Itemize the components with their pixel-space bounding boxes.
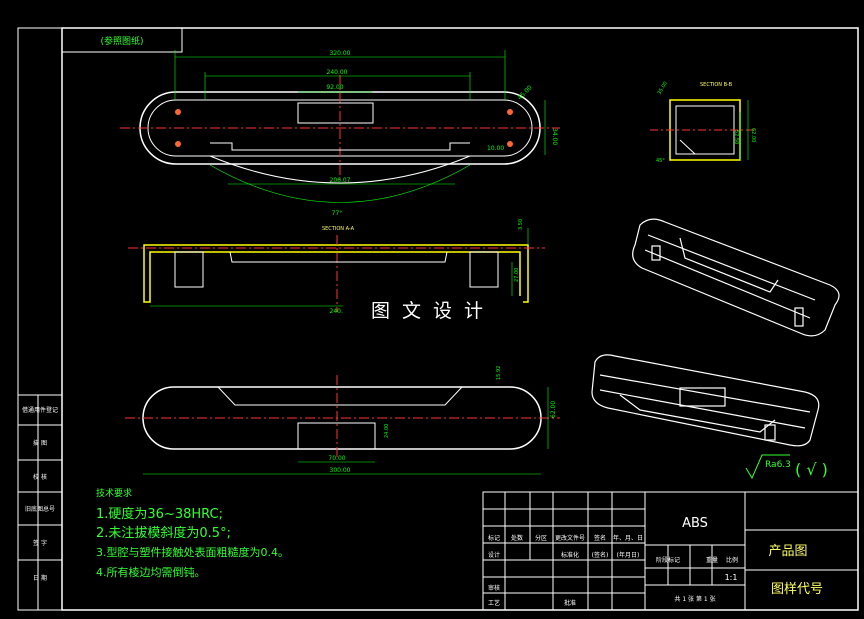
tb-stage-0: 阶段标记 <box>656 556 680 564</box>
tech-line-3: 3.型腔与塑件接触处表面粗糙度为0.4。 <box>96 545 289 559</box>
tb-row-2: 分区 <box>535 534 547 542</box>
dim-bb-h1: 52.50 <box>733 130 739 144</box>
tb-stage-2: 比例 <box>726 556 738 564</box>
side-label-1: 描 图 <box>33 439 47 447</box>
tb-date: (年月日) <box>617 551 640 559</box>
tb-row-1: 处数 <box>511 534 523 542</box>
iso-view-bottom <box>591 354 820 447</box>
side-label-5: 日 期 <box>33 574 47 582</box>
roughness-paren: ( √ ) <box>795 460 828 479</box>
dim-angle: 77° <box>332 210 343 217</box>
dim-bot-w1: 70.00 <box>328 455 345 462</box>
section-aa-title: SECTION A-A <box>322 226 355 232</box>
header-tab-label: (参照图纸) <box>100 35 143 47</box>
side-label-0: 借通用件登记 <box>22 406 58 414</box>
dim-aa-h: 27.00 <box>514 268 520 282</box>
tb-approve: 批准 <box>564 599 576 607</box>
tb-review: 审核 <box>488 584 500 592</box>
dim-right-radius: 10.00 <box>487 145 504 152</box>
tb-material: ABS <box>682 516 708 531</box>
tb-process: 工艺 <box>488 599 500 607</box>
tb-row-0: 标记 <box>488 534 500 542</box>
dim-right-h: 34.00 <box>551 128 558 145</box>
side-label-3: 旧底图总号 <box>25 505 55 513</box>
roughness-value: Ra6.3 <box>765 460 791 470</box>
tb-product: 产品图 <box>768 544 807 559</box>
dim-bot-small: 24.00 <box>384 424 390 438</box>
dim-bot-h2: 62.00 <box>550 401 557 418</box>
tb-scale: 1:1 <box>725 573 738 582</box>
tb-design: 设计 <box>488 551 500 559</box>
tech-line-4: 4.所有棱边均需倒钝。 <box>96 565 206 579</box>
tech-line-1: 1.硬度为36~38HRC; <box>96 506 223 522</box>
dim-center-width: 92.00 <box>326 84 343 91</box>
tech-line-2: 2.未注拔模斜度为0.5°; <box>96 525 231 541</box>
side-label-2: 校 核 <box>33 473 47 481</box>
dim-top-width: 320.00 <box>330 50 351 57</box>
tb-stage-1: 重量 <box>706 556 718 564</box>
dim-mid-width: 240.00 <box>327 69 348 76</box>
iso-view-top <box>632 218 840 337</box>
tb-sheets: 共 1 张 第 1 张 <box>674 595 715 603</box>
tb-drawing-no: 图样代号 <box>771 582 823 597</box>
tb-row-4: 签名 <box>594 534 606 542</box>
dim-bb-angle: 45° <box>656 158 665 164</box>
dim-bb-h2: 62.00 <box>750 128 756 142</box>
dim-bb-top: 35.00 <box>657 81 669 96</box>
section-bb-title: SECTION B-B <box>700 82 733 88</box>
dim-bot-h1: 15.92 <box>496 366 502 380</box>
tech-title: 技术要求 <box>96 487 132 499</box>
dim-bot-w2: 300.00 <box>330 467 351 474</box>
side-label-4: 签 字 <box>33 539 47 547</box>
watermark-text: 图文设计 <box>343 296 523 326</box>
dim-arc-width: 206.07 <box>330 177 351 184</box>
tb-row-5: 年、月、日 <box>613 534 643 542</box>
tb-sign: (签名) <box>592 551 609 559</box>
dim-aa-t: 3.50 <box>518 219 524 230</box>
tb-row-3: 更改文件号 <box>555 534 585 542</box>
tb-standardize: 标准化 <box>561 551 579 559</box>
